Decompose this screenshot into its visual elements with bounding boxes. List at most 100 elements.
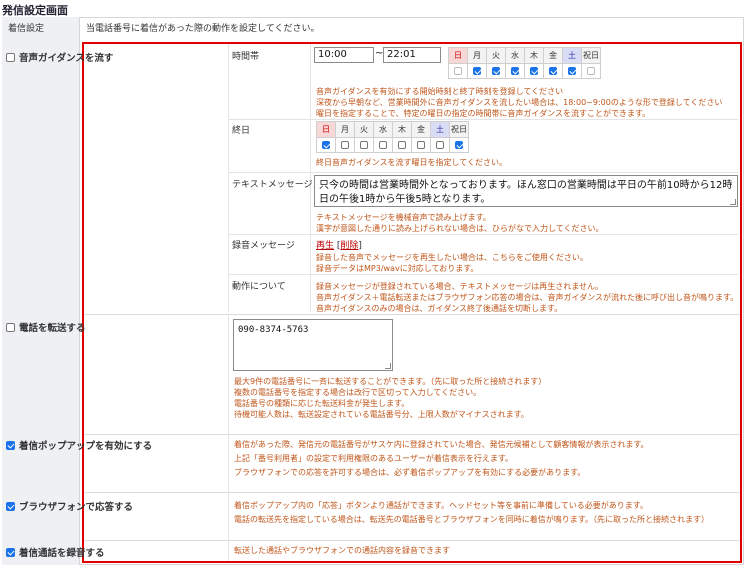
recorded-note: 録音データはMP3/wavに対応しております。 — [316, 264, 479, 273]
browser-phone-option[interactable]: ブラウザフォンで応答する — [6, 499, 133, 513]
column-divider — [228, 434, 229, 492]
day-checkbox[interactable] — [322, 141, 330, 149]
behavior-note: 録音メッセージが登録されている場合、テキストメッセージは再生されません。 — [316, 282, 603, 291]
record-call-checkbox[interactable] — [6, 547, 15, 557]
browser-phone-checkbox[interactable] — [6, 501, 15, 511]
day-checkbox[interactable] — [492, 67, 500, 75]
popup-option[interactable]: 着信ポップアップを有効にする — [6, 438, 152, 452]
time-band-note: 深夜から早朝など、営業時間外に音声ガイダンスを流したい場合は、18:00~9:0… — [316, 98, 723, 107]
divider — [228, 119, 738, 120]
popup-note: ブラウザフォンでの応答を許可する場合は、必ず着信ポップアップを有効にする必要があ… — [234, 468, 586, 477]
guidance-checkbox[interactable] — [6, 52, 15, 62]
time-band-day-grid: 日 月 火 水 木 金 土 祝日 — [448, 47, 601, 79]
time-band-note: 音声ガイダンスを有効にする開始時刻と終了時刻を登録してください — [316, 87, 564, 96]
text-message-note: テキストメッセージを機械音声で読み上げます。 — [316, 213, 491, 222]
day-checkbox[interactable] — [530, 67, 538, 75]
record-call-note: 転送した通話やブラウザフォンでの通話内容を録音できます — [234, 546, 450, 555]
day-header: 木 — [525, 48, 544, 64]
forward-label: 電話を転送する — [19, 323, 86, 334]
record-call-option[interactable]: 着信通話を録音する — [6, 545, 105, 559]
browser-phone-note: 着信ポップアップ内の「応答」ボタンより通話ができます。ヘッドセット等を事前に準備… — [234, 501, 648, 510]
day-header: 日 — [317, 122, 336, 138]
day-checkbox[interactable] — [568, 67, 576, 75]
section-description: 当電話番号に着信があった際の動作を設定してください。 — [86, 24, 320, 34]
day-header: 金 — [412, 122, 431, 138]
forward-note: 複数の電話番号を指定する場合は改行で区切って入力してください。 — [234, 388, 482, 397]
day-header: 水 — [506, 48, 525, 64]
forward-checkbox[interactable] — [6, 322, 15, 332]
day-checkbox[interactable] — [341, 141, 349, 149]
divider — [228, 172, 738, 173]
popup-note: 上記「番号利用者」の設定で利用権限のあるユーザーが着信表示を行えます。 — [234, 454, 514, 463]
day-header: 日 — [449, 48, 468, 64]
day-header: 祝日 — [582, 48, 601, 64]
all-day-label: 終日 — [232, 126, 251, 136]
recorded-message-label: 録音メッセージ — [232, 241, 295, 251]
column-divider — [228, 540, 229, 561]
behavior-note: 音声ガイダンスのみの場合は、ガイダンス終了後通話を切断します。 — [316, 304, 563, 313]
forward-note: 電話番号の種類に応じた転送料金が発生します。 — [234, 399, 410, 408]
recorded-message-actions: 再生 [削除] — [316, 238, 362, 251]
day-checkbox[interactable] — [436, 141, 444, 149]
day-header: 月 — [468, 48, 487, 64]
behavior-label: 動作について — [232, 282, 286, 292]
day-header: 祝日 — [450, 122, 469, 138]
day-checkbox[interactable] — [417, 141, 425, 149]
column-divider — [228, 492, 229, 540]
end-time-input[interactable]: 22:01 — [383, 47, 441, 63]
text-message-input[interactable]: 只今の時間は営業時間外となっております。ほん窓口の営業時間は平日の午前10時から… — [314, 175, 738, 207]
day-header: 土 — [563, 48, 582, 64]
recorded-note: 録音した音声でメッセージを再生したい場合は、こちらをご使用ください。 — [316, 253, 588, 262]
time-band-label: 時間帯 — [232, 52, 260, 62]
behavior-note: 音声ガイダンス＋電話転送またはブラウザフォン応答の場合は、音声ガイダンスが流れた… — [316, 293, 739, 302]
text-message-line: 只今の時間は営業時間外となっております。ほん窓口の営業時間は平日の午前10時から… — [319, 180, 733, 191]
day-header: 土 — [431, 122, 450, 138]
all-day-day-grid: 日 月 火 水 木 金 土 祝日 — [316, 121, 469, 153]
resize-handle-icon[interactable] — [730, 199, 736, 205]
day-checkbox[interactable] — [473, 67, 481, 75]
day-checkbox[interactable] — [360, 141, 368, 149]
day-checkbox[interactable] — [511, 67, 519, 75]
text-message-note: 漢字が意図した通りに読み上げられない場合は、ひらがなで入力してください。 — [316, 224, 604, 233]
forward-number-input[interactable]: 090-8374-5763 — [233, 319, 393, 371]
play-link[interactable]: 再生 — [316, 241, 334, 251]
day-header: 火 — [355, 122, 374, 138]
delete-link[interactable]: 削除 — [340, 241, 358, 251]
resize-handle-icon[interactable] — [385, 363, 391, 369]
guidance-option[interactable]: 音声ガイダンスを流す — [6, 50, 113, 64]
forward-option[interactable]: 電話を転送する — [6, 320, 86, 334]
day-header: 月 — [336, 122, 355, 138]
popup-label: 着信ポップアップを有効にする — [19, 441, 153, 452]
forward-note: 待機可能人数は、転送設定されている電話番号分、上限人数がマイナスされます。 — [234, 410, 529, 419]
bracket: ] — [358, 241, 362, 251]
day-checkbox[interactable] — [549, 67, 557, 75]
day-checkbox[interactable] — [587, 67, 595, 75]
start-time-input[interactable]: 10:00 — [314, 47, 374, 63]
day-header: 火 — [487, 48, 506, 64]
section-label: 着信設定 — [8, 24, 45, 34]
time-band-note: 曜日を指定することで、特定の曜日の指定の時間帯に音声ガイダンスを流すことができま… — [316, 109, 651, 118]
popup-note: 着信があった際、発信元の電話番号がサスケ内に登録されていた場合、発信元候補として… — [234, 440, 649, 449]
text-message-label: テキストメッセージ — [232, 180, 313, 190]
section-label-column: 着信設定 — [2, 17, 80, 565]
divider — [228, 274, 738, 275]
day-checkbox[interactable] — [379, 141, 387, 149]
all-day-note: 終日音声ガイダンスを流す曜日を指定してください。 — [316, 158, 508, 167]
guidance-label: 音声ガイダンスを流す — [19, 53, 114, 64]
forward-number-value: 090-8374-5763 — [238, 325, 309, 335]
column-divider — [228, 314, 229, 434]
popup-checkbox[interactable] — [6, 440, 15, 450]
day-checkbox[interactable] — [454, 67, 462, 75]
day-header: 金 — [544, 48, 563, 64]
day-header: 水 — [374, 122, 393, 138]
browser-phone-note: 電話の転送先を指定している場合は、転送先の電話番号とブラウザフォンを同時に着信が… — [234, 515, 709, 524]
column-divider — [228, 44, 229, 312]
forward-note: 最大9件の電話番号に一斉に転送することができます。（先に取った所と接続されます） — [234, 377, 547, 386]
browser-phone-label: ブラウザフォンで応答する — [19, 502, 134, 513]
day-header: 木 — [393, 122, 412, 138]
day-checkbox[interactable] — [398, 141, 406, 149]
day-checkbox[interactable] — [455, 141, 463, 149]
record-call-label: 着信通話を録音する — [19, 548, 105, 559]
page-title: 発信設定画面 — [2, 4, 68, 17]
text-message-line: 日の午後1時から午後5時となります。 — [319, 194, 491, 205]
